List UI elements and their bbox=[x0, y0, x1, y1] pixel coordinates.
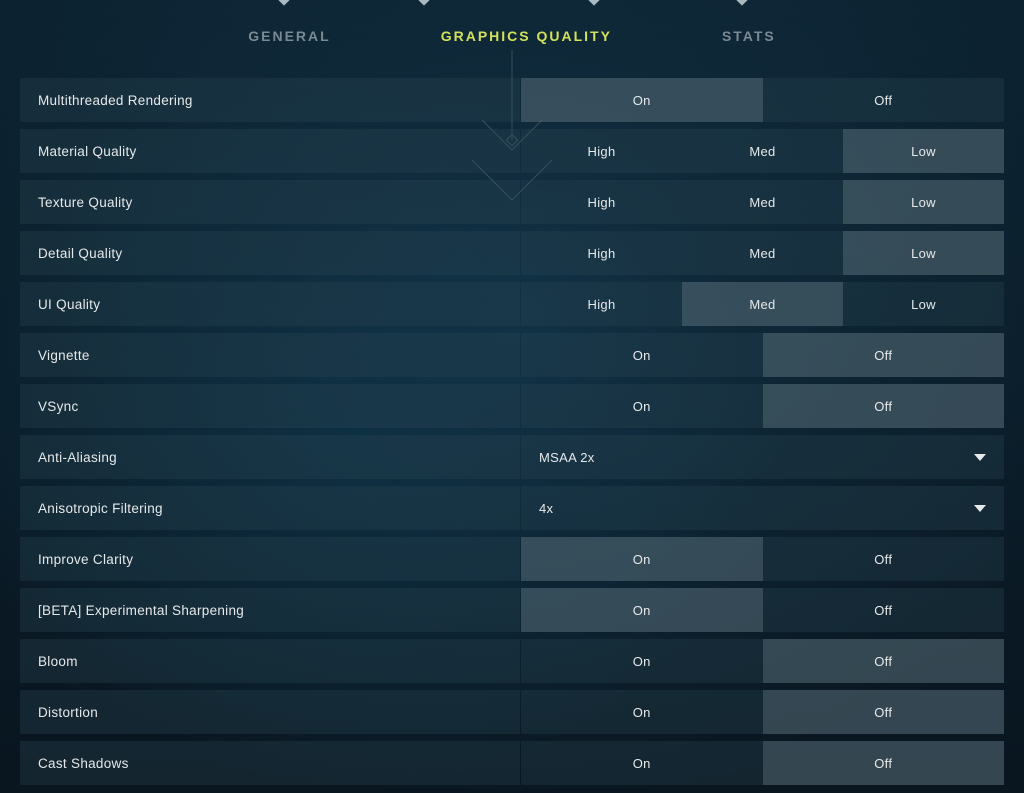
tab-general[interactable]: GENERAL bbox=[248, 28, 330, 44]
setting-options: HighMedLow bbox=[521, 180, 1004, 224]
setting-row-multithreaded: Multithreaded RenderingOnOff bbox=[20, 78, 1004, 122]
option-off[interactable]: Off bbox=[763, 333, 1005, 377]
option-med[interactable]: Med bbox=[682, 180, 843, 224]
option-off[interactable]: Off bbox=[763, 639, 1005, 683]
option-high[interactable]: High bbox=[521, 231, 682, 275]
setting-options: HighMedLow bbox=[521, 282, 1004, 326]
setting-options: OnOff bbox=[521, 741, 1004, 785]
setting-options: OnOff bbox=[521, 588, 1004, 632]
tab-graphics-quality[interactable]: GRAPHICS QUALITY bbox=[441, 28, 612, 44]
setting-row-vignette: VignetteOnOff bbox=[20, 333, 1004, 377]
setting-label: Bloom bbox=[20, 639, 520, 683]
setting-row-detail: Detail QualityHighMedLow bbox=[20, 231, 1004, 275]
setting-label: Texture Quality bbox=[20, 180, 520, 224]
option-low[interactable]: Low bbox=[843, 129, 1004, 173]
setting-label: Vignette bbox=[20, 333, 520, 377]
setting-row-vsync: VSyncOnOff bbox=[20, 384, 1004, 428]
setting-row-ui: UI QualityHighMedLow bbox=[20, 282, 1004, 326]
option-on[interactable]: On bbox=[521, 333, 763, 377]
option-on[interactable]: On bbox=[521, 690, 763, 734]
option-low[interactable]: Low bbox=[843, 180, 1004, 224]
setting-label: Material Quality bbox=[20, 129, 520, 173]
option-on[interactable]: On bbox=[521, 741, 763, 785]
setting-options: OnOff bbox=[521, 333, 1004, 377]
setting-label: Anisotropic Filtering bbox=[20, 486, 520, 530]
setting-options: HighMedLow bbox=[521, 231, 1004, 275]
dropdown-value: 4x bbox=[539, 501, 974, 516]
setting-row-material: Material QualityHighMedLow bbox=[20, 129, 1004, 173]
chevron-down-icon bbox=[974, 505, 986, 512]
option-on[interactable]: On bbox=[521, 639, 763, 683]
option-off[interactable]: Off bbox=[763, 78, 1005, 122]
setting-dropdown-aa[interactable]: MSAA 2x bbox=[521, 435, 1004, 479]
setting-row-bloom: BloomOnOff bbox=[20, 639, 1004, 683]
setting-options: OnOff bbox=[521, 78, 1004, 122]
option-off[interactable]: Off bbox=[763, 690, 1005, 734]
setting-options: OnOff bbox=[521, 537, 1004, 581]
option-high[interactable]: High bbox=[521, 282, 682, 326]
option-high[interactable]: High bbox=[521, 129, 682, 173]
setting-row-shadows: Cast ShadowsOnOff bbox=[20, 741, 1004, 785]
setting-label: VSync bbox=[20, 384, 520, 428]
setting-row-af: Anisotropic Filtering 4x bbox=[20, 486, 1004, 530]
setting-row-clarity: Improve ClarityOnOff bbox=[20, 537, 1004, 581]
setting-label: Distortion bbox=[20, 690, 520, 734]
option-off[interactable]: Off bbox=[763, 741, 1005, 785]
settings-list: Multithreaded RenderingOnOffMaterial Qua… bbox=[20, 78, 1004, 793]
setting-label: Detail Quality bbox=[20, 231, 520, 275]
option-on[interactable]: On bbox=[521, 588, 763, 632]
setting-label: [BETA] Experimental Sharpening bbox=[20, 588, 520, 632]
option-low[interactable]: Low bbox=[843, 231, 1004, 275]
option-on[interactable]: On bbox=[521, 537, 763, 581]
option-low[interactable]: Low bbox=[843, 282, 1004, 326]
dropdown-value: MSAA 2x bbox=[539, 450, 974, 465]
settings-tabs: GENERAL GRAPHICS QUALITY STATS bbox=[0, 0, 1024, 44]
setting-row-aa: Anti-Aliasing MSAA 2x bbox=[20, 435, 1004, 479]
option-off[interactable]: Off bbox=[763, 384, 1005, 428]
option-off[interactable]: Off bbox=[763, 537, 1005, 581]
chevron-down-icon bbox=[974, 454, 986, 461]
setting-label: UI Quality bbox=[20, 282, 520, 326]
option-med[interactable]: Med bbox=[682, 129, 843, 173]
setting-options: OnOff bbox=[521, 639, 1004, 683]
setting-options: OnOff bbox=[521, 690, 1004, 734]
setting-label: Anti-Aliasing bbox=[20, 435, 520, 479]
option-high[interactable]: High bbox=[521, 180, 682, 224]
option-on[interactable]: On bbox=[521, 78, 763, 122]
setting-row-texture: Texture QualityHighMedLow bbox=[20, 180, 1004, 224]
option-med[interactable]: Med bbox=[682, 282, 843, 326]
option-med[interactable]: Med bbox=[682, 231, 843, 275]
setting-dropdown-af[interactable]: 4x bbox=[521, 486, 1004, 530]
setting-options: HighMedLow bbox=[521, 129, 1004, 173]
option-off[interactable]: Off bbox=[763, 588, 1005, 632]
setting-row-distortion: DistortionOnOff bbox=[20, 690, 1004, 734]
tab-stats[interactable]: STATS bbox=[722, 28, 776, 44]
setting-label: Cast Shadows bbox=[20, 741, 520, 785]
setting-label: Multithreaded Rendering bbox=[20, 78, 520, 122]
setting-row-sharpen: [BETA] Experimental SharpeningOnOff bbox=[20, 588, 1004, 632]
setting-label: Improve Clarity bbox=[20, 537, 520, 581]
setting-options: OnOff bbox=[521, 384, 1004, 428]
option-on[interactable]: On bbox=[521, 384, 763, 428]
